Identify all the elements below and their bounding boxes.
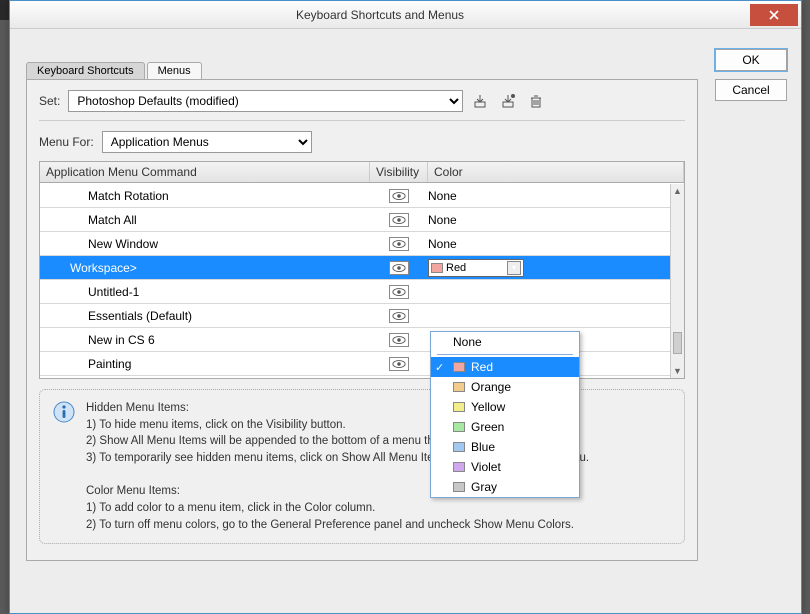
color-swatch-icon [453, 462, 465, 472]
row-command-label: Painting [40, 357, 370, 371]
row-command-label: New Window [40, 237, 370, 251]
color-combo-text: Red [446, 262, 504, 274]
set-label: Set: [39, 94, 60, 108]
window-title: Keyboard Shortcuts and Menus [10, 8, 750, 22]
eye-icon [389, 261, 409, 275]
scroll-thumb[interactable] [673, 332, 682, 354]
color-option-label: Green [471, 420, 504, 434]
hint-color-1: 1) To add color to a menu item, click in… [86, 500, 589, 517]
hint-box: Hidden Menu Items: 1) To hide menu items… [39, 389, 685, 544]
menu-for-label: Menu For: [39, 135, 94, 149]
row-command-label: Match All [40, 213, 370, 227]
table-row[interactable]: New Window None [40, 232, 670, 256]
menu-table: Application Menu Command Visibility Colo… [39, 161, 685, 379]
color-dropdown: None ✓ Red Orange Yellow Green Blue Violet Gray [430, 331, 580, 498]
color-option-label: Violet [471, 460, 501, 474]
set-select[interactable]: Photoshop Defaults (modified) [68, 90, 463, 112]
eye-icon [389, 357, 409, 371]
color-swatch-icon [453, 402, 465, 412]
color-option[interactable]: Yellow [431, 397, 579, 417]
color-option[interactable]: Green [431, 417, 579, 437]
visibility-toggle[interactable] [370, 309, 428, 323]
dialog-window: Keyboard Shortcuts and Menus OK Cancel K… [9, 0, 802, 614]
row-color-cell[interactable]: None [428, 237, 670, 251]
color-swatch-icon [453, 422, 465, 432]
cancel-button[interactable]: Cancel [715, 79, 787, 101]
visibility-toggle[interactable] [370, 285, 428, 299]
row-command-label: Essentials (Default) [40, 309, 370, 323]
scroll-up-icon[interactable]: ▲ [671, 184, 684, 198]
color-swatch-icon [453, 442, 465, 452]
save-set-as-icon[interactable] [497, 90, 519, 112]
table-row[interactable]: Essentials (Default) [40, 304, 670, 328]
scroll-down-icon[interactable]: ▼ [671, 364, 684, 378]
col-header-command[interactable]: Application Menu Command [40, 162, 370, 182]
table-row[interactable]: Match All None [40, 208, 670, 232]
info-icon [52, 400, 76, 424]
save-set-icon[interactable] [469, 90, 491, 112]
color-swatch-icon [453, 482, 465, 492]
eye-icon [389, 237, 409, 251]
eye-icon [389, 189, 409, 203]
col-header-color[interactable]: Color [428, 162, 684, 182]
titlebar: Keyboard Shortcuts and Menus [10, 1, 801, 29]
chevron-down-icon[interactable]: ▾ [507, 261, 521, 275]
delete-set-icon[interactable] [525, 90, 547, 112]
hint-color-2: 2) To turn off menu colors, go to the Ge… [86, 517, 589, 534]
color-option[interactable]: ✓ Red [431, 357, 579, 377]
visibility-toggle[interactable] [370, 333, 428, 347]
visibility-toggle[interactable] [370, 237, 428, 251]
color-option[interactable]: Gray [431, 477, 579, 497]
row-color-cell[interactable]: None [428, 213, 670, 227]
visibility-toggle[interactable] [370, 357, 428, 371]
visibility-toggle[interactable] [370, 261, 428, 275]
table-row[interactable]: Match Rotation None [40, 184, 670, 208]
visibility-toggle[interactable] [370, 189, 428, 203]
color-option[interactable]: Blue [431, 437, 579, 457]
color-option-none[interactable]: None [431, 332, 579, 352]
color-swatch-icon [453, 382, 465, 392]
eye-icon [389, 309, 409, 323]
col-header-visibility[interactable]: Visibility [370, 162, 428, 182]
row-color-cell[interactable]: Red▾ [428, 259, 670, 277]
eye-icon [389, 333, 409, 347]
row-command-label: New in CS 6 [40, 333, 370, 347]
tab-bar: Keyboard Shortcuts Menus [26, 57, 698, 79]
color-option-label: Gray [471, 480, 497, 494]
tab-menus[interactable]: Menus [147, 62, 202, 79]
panel-menus: Set: Photoshop Defaults (modified) [26, 79, 698, 561]
table-row[interactable]: Workspace> Red▾ [40, 256, 670, 280]
close-button[interactable] [750, 4, 798, 26]
visibility-toggle[interactable] [370, 213, 428, 227]
ok-button[interactable]: OK [715, 49, 787, 71]
check-icon: ✓ [435, 361, 444, 374]
color-swatch-icon [431, 263, 443, 273]
color-option-label: Blue [471, 440, 495, 454]
row-command-label: Untitled-1 [40, 285, 370, 299]
table-row[interactable]: Untitled-1 [40, 280, 670, 304]
row-command-label: Workspace> [40, 261, 370, 275]
color-option-label: Red [471, 360, 493, 374]
tab-keyboard-shortcuts[interactable]: Keyboard Shortcuts [26, 62, 145, 79]
color-option-label: Yellow [471, 400, 505, 414]
menu-for-select[interactable]: Application Menus [102, 131, 312, 153]
row-command-label: Match Rotation [40, 189, 370, 203]
color-option[interactable]: Violet [431, 457, 579, 477]
eye-icon [389, 285, 409, 299]
close-icon [768, 9, 780, 21]
color-combo[interactable]: Red▾ [428, 259, 524, 277]
table-scrollbar[interactable]: ▲ ▼ [670, 184, 684, 378]
eye-icon [389, 213, 409, 227]
color-swatch-icon [453, 362, 465, 372]
row-color-cell[interactable]: None [428, 189, 670, 203]
color-option-label: Orange [471, 380, 511, 394]
color-option[interactable]: Orange [431, 377, 579, 397]
